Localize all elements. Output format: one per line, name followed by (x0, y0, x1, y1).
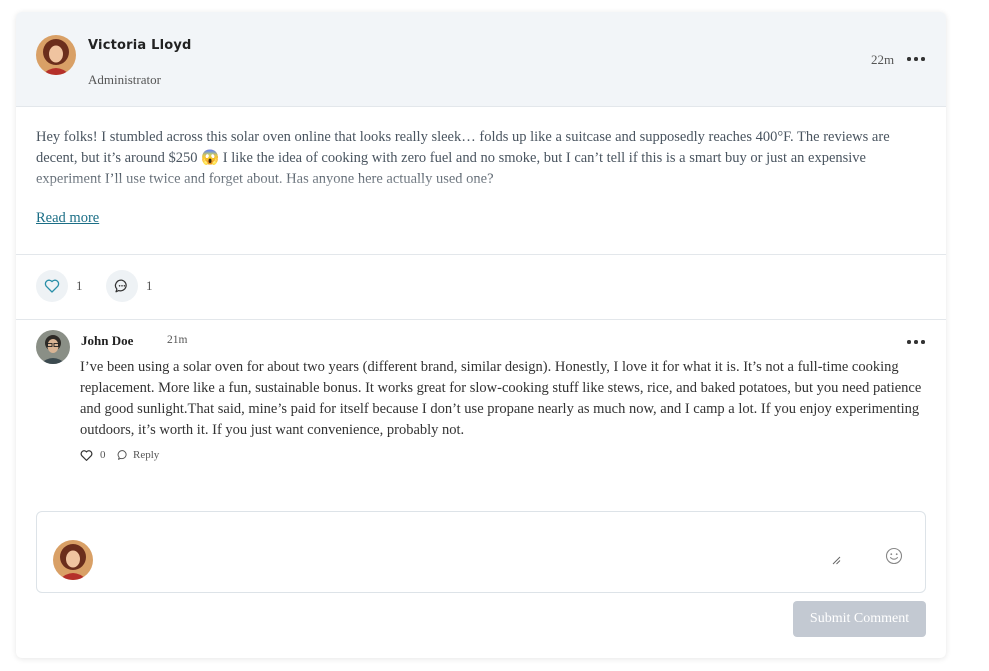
speech-bubble-icon (114, 279, 127, 293)
commenter-name[interactable]: John Doe (81, 333, 133, 349)
heart-icon (80, 450, 93, 461)
divider (16, 319, 946, 320)
post-card: Victoria Lloyd Administrator 22m Hey fol… (16, 12, 946, 658)
comment-composer (36, 511, 926, 593)
comment-more-icon[interactable] (906, 337, 928, 347)
divider (16, 254, 946, 255)
resize-grip-icon[interactable] (832, 556, 841, 565)
like-button[interactable] (36, 270, 68, 302)
post-header: Victoria Lloyd Administrator 22m (16, 12, 946, 107)
comment-timestamp: 21m (167, 334, 188, 346)
speech-bubble-icon (117, 450, 127, 460)
heart-icon (44, 279, 60, 293)
author-name[interactable]: Victoria Lloyd (88, 38, 192, 53)
submit-comment-button[interactable]: Submit Comment (793, 601, 926, 637)
post-timestamp: 22m (871, 52, 895, 67)
comment-count: 1 (146, 278, 153, 293)
like-count: 1 (76, 278, 83, 293)
post-more-icon[interactable] (906, 54, 928, 64)
current-user-avatar (53, 540, 93, 580)
commenter-avatar[interactable] (36, 330, 70, 364)
post-body: Hey folks! I stumbled across this solar … (36, 127, 896, 205)
comment-like-count: 0 (100, 449, 106, 461)
reply-label: Reply (133, 449, 160, 461)
author-role: Administrator (88, 72, 161, 87)
comment-text: I’ve been using a solar oven for about t… (80, 359, 922, 438)
comment-button[interactable] (106, 270, 138, 302)
smiley-icon[interactable] (885, 547, 903, 565)
comment-reply-button[interactable]: Reply (117, 449, 159, 461)
author-avatar[interactable] (36, 35, 76, 75)
comment-input[interactable] (107, 526, 867, 578)
read-more-link[interactable]: Read more (36, 210, 99, 227)
comment-like-button[interactable] (80, 449, 93, 467)
